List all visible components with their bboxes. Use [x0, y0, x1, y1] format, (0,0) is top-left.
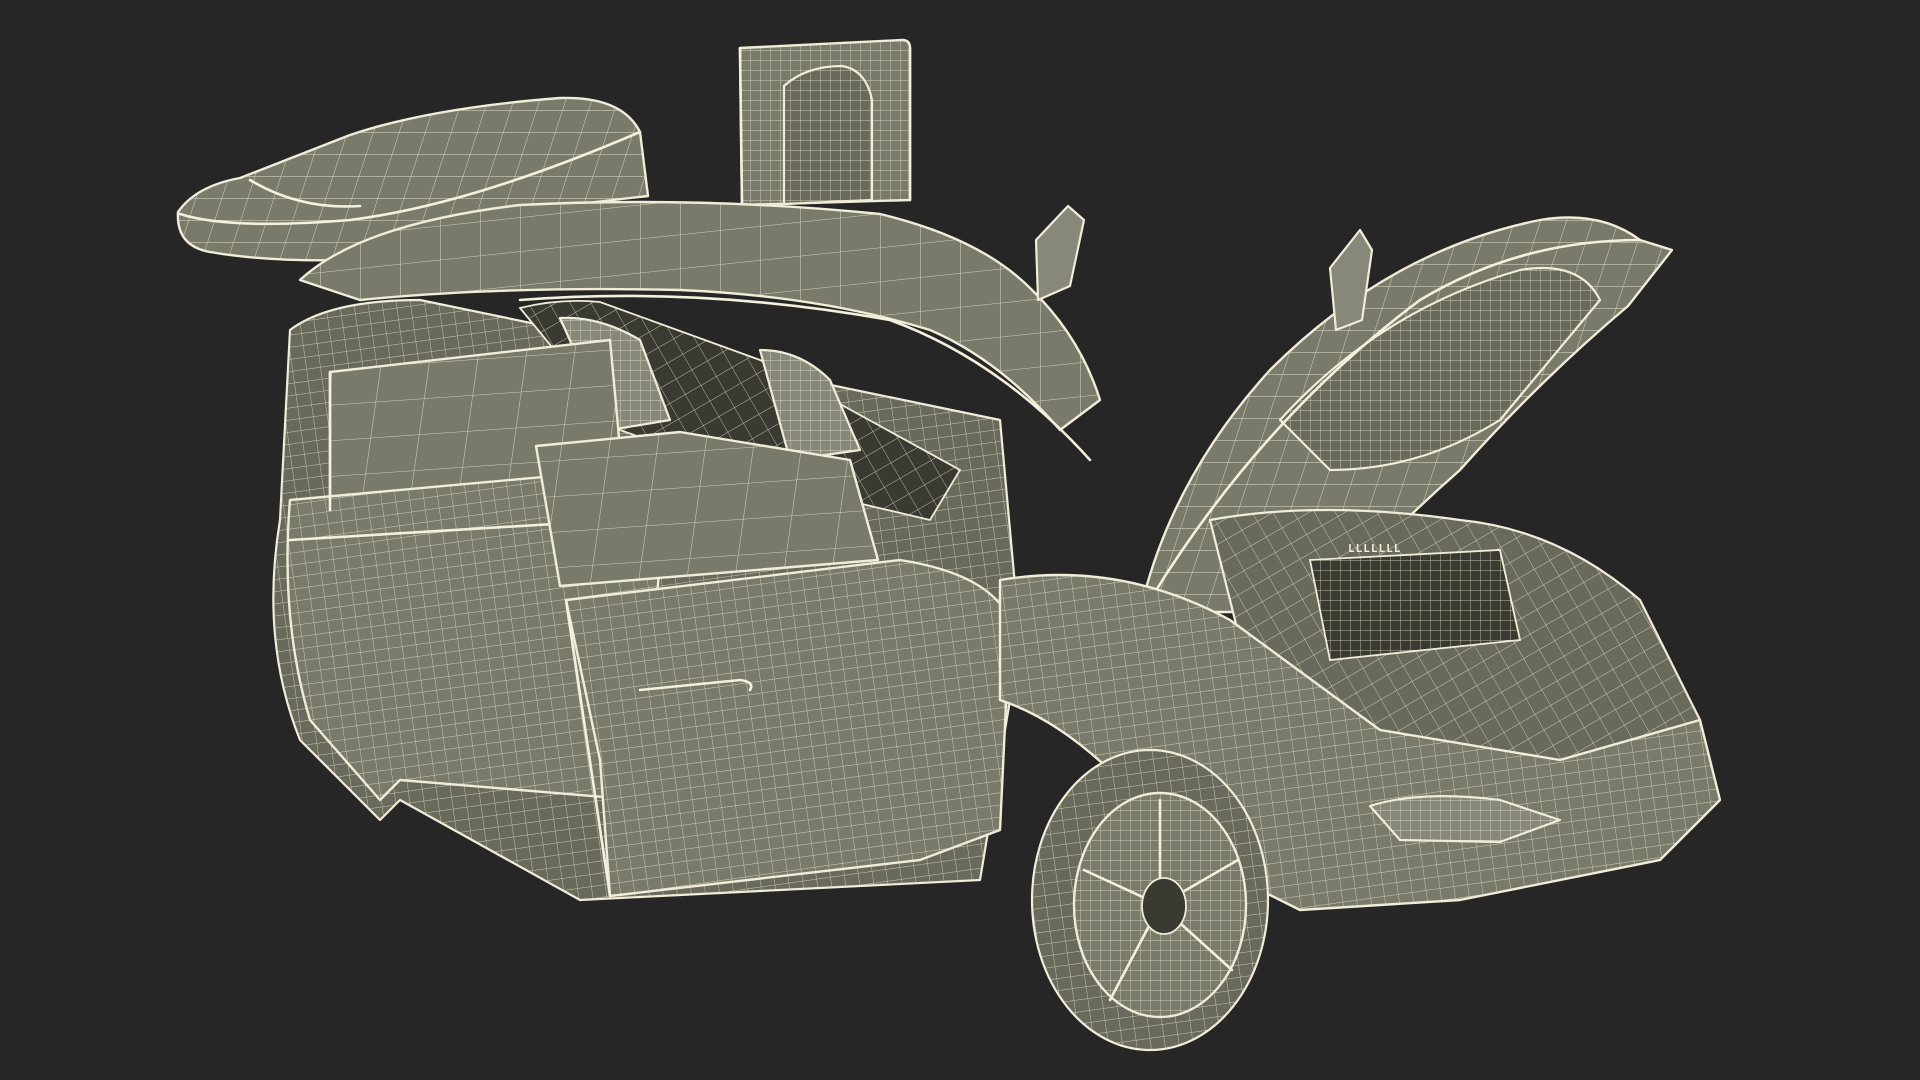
wireframe-car-render: LLLLLLL — [176, 38, 1722, 1052]
render-viewport: LLLLLLL — [0, 0, 1920, 1080]
side-mirrors — [1034, 204, 1374, 332]
front-wheel — [1030, 748, 1270, 1052]
front-trunk-badge: LLLLLLL — [1348, 542, 1401, 555]
charging-station — [738, 38, 912, 207]
